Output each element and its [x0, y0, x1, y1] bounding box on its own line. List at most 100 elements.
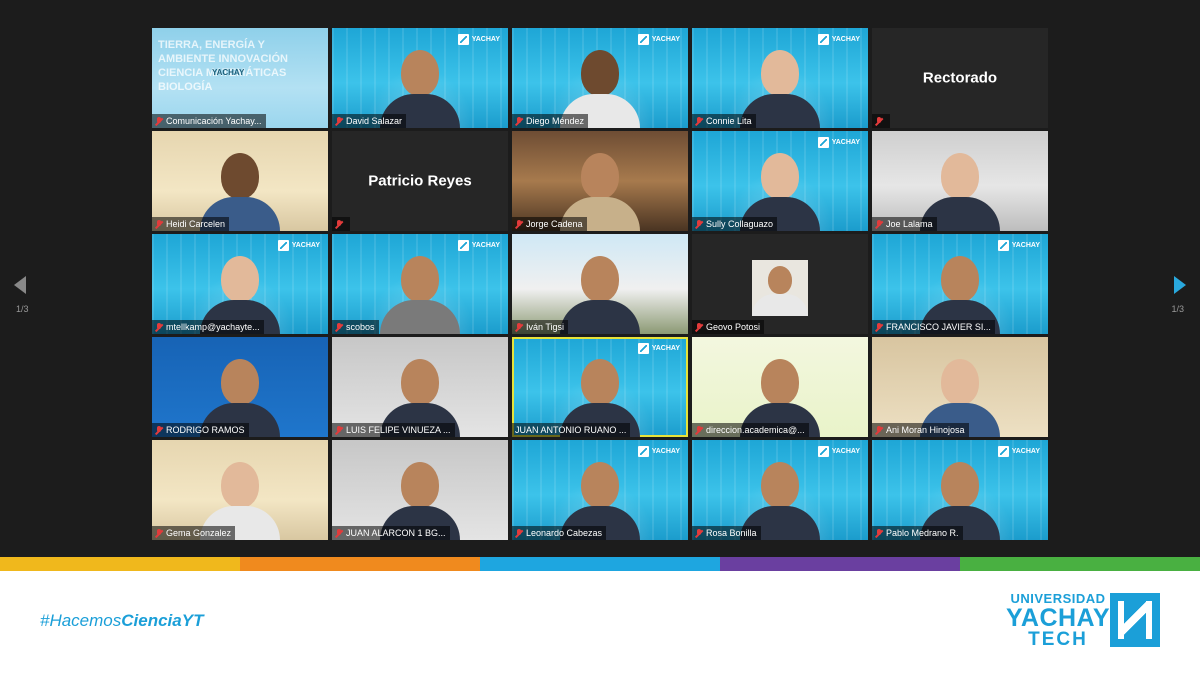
participant-name-tag [332, 217, 350, 231]
hashtag-bold: CienciaYT [121, 611, 204, 630]
participant-video [380, 248, 460, 334]
participant-name-tag: mtellkamp@yachayte... [152, 320, 264, 334]
participant-name-tag: Geovo Potosi [692, 320, 765, 334]
video-tile-active-speaker[interactable]: YACHAY JUAN ANTONIO RUANO ... [512, 337, 688, 437]
yachay-logo: YACHAY [457, 34, 500, 45]
yachay-logo: YACHAY [637, 34, 680, 45]
video-tile[interactable]: YACHAY mtellkamp@yachayte... [152, 234, 328, 334]
participant-name: Gema Gonzalez [166, 528, 232, 538]
color-bar-segment [720, 557, 960, 571]
video-tile[interactable]: Geovo Potosi [692, 234, 868, 334]
video-tile[interactable]: JUAN ALARCON 1 BG... [332, 440, 508, 540]
hashtag-prefix: #Hacemos [40, 611, 122, 630]
video-tile[interactable]: Heidi Carcelen [152, 131, 328, 231]
participant-name-tag: FRANCISCO JAVIER SI... [872, 320, 995, 334]
video-tile[interactable]: YACHAY Rosa Bonilla [692, 440, 868, 540]
participant-name: mtellkamp@yachayte... [166, 322, 260, 332]
cover-logo: YACHAY [212, 68, 245, 77]
yachay-logo: YACHAY [637, 446, 680, 457]
video-tile[interactable]: Gema Gonzalez [152, 440, 328, 540]
brand-line-3: TECH [1028, 629, 1088, 650]
muted-mic-icon [335, 528, 343, 538]
participant-name-tag [872, 114, 890, 128]
muted-mic-icon [875, 425, 883, 435]
participant-video [752, 260, 808, 316]
video-tile[interactable]: YACHAY Sully Collaguazo [692, 131, 868, 231]
hashtag: #HacemosCienciaYT [40, 611, 203, 631]
video-tile[interactable]: Ani Moran Hinojosa [872, 337, 1048, 437]
muted-mic-icon [695, 219, 703, 229]
participant-name-tag: Ani Moran Hinojosa [872, 423, 969, 437]
participant-name: Pablo Medrano R. [886, 528, 959, 538]
video-tile[interactable]: YACHAY Leonardo Cabezas [512, 440, 688, 540]
video-tile[interactable]: YACHAY FRANCISCO JAVIER SI... [872, 234, 1048, 334]
participant-name-tag: Rosa Bonilla [692, 526, 761, 540]
muted-mic-icon [515, 322, 523, 332]
participant-name: Comunicación Yachay... [166, 116, 262, 126]
muted-mic-icon [335, 219, 343, 229]
muted-mic-icon [335, 425, 343, 435]
yachay-logo: YACHAY [637, 343, 680, 354]
video-tile[interactable]: Jorge Cadena [512, 131, 688, 231]
muted-mic-icon [155, 219, 163, 229]
participant-name: David Salazar [346, 116, 403, 126]
video-tile[interactable]: YACHAY Diego Méndez [512, 28, 688, 128]
previous-page-arrow-icon[interactable] [14, 276, 26, 294]
participant-name-tag: David Salazar [332, 114, 407, 128]
muted-mic-icon [695, 116, 703, 126]
participant-name-tag: Joe Lalama [872, 217, 937, 231]
video-tile[interactable]: Patricio Reyes [332, 131, 508, 231]
video-tile[interactable]: TIERRA, ENERGÍA Y AMBIENTE INNOVACIÓN CI… [152, 28, 328, 128]
brand-line-2: YACHAY [1006, 604, 1110, 632]
participant-name: Heidi Carcelen [166, 219, 226, 229]
video-tile[interactable]: YACHAY scobos [332, 234, 508, 334]
yachay-logo: YACHAY [997, 240, 1040, 251]
video-tile[interactable]: Joe Lalama [872, 131, 1048, 231]
participant-name-tag: Connie Lita [692, 114, 756, 128]
muted-mic-icon [875, 322, 883, 332]
participant-name-tag: Gema Gonzalez [152, 526, 236, 540]
participant-name-tag: Heidi Carcelen [152, 217, 230, 231]
video-tile[interactable]: LUIS FELIPE VINUEZA ... [332, 337, 508, 437]
video-tile[interactable]: YACHAY David Salazar [332, 28, 508, 128]
participant-display-name: Rectorado [922, 69, 998, 87]
next-page-arrow-icon[interactable] [1174, 276, 1186, 294]
yachay-logo: YACHAY [997, 446, 1040, 457]
color-bar-segment [960, 557, 1200, 571]
video-tile[interactable]: direccion.academica@... [692, 337, 868, 437]
muted-mic-icon [695, 425, 703, 435]
muted-mic-icon [515, 528, 523, 538]
muted-mic-icon [875, 528, 883, 538]
participant-name: Iván Tigsi [526, 322, 565, 332]
participant-name: Sully Collaguazo [706, 219, 774, 229]
page-indicator-left: 1/3 [16, 304, 29, 314]
video-tile[interactable]: Rectorado [872, 28, 1048, 128]
participant-name: Jorge Cadena [526, 219, 583, 229]
yachay-logo: YACHAY [457, 240, 500, 251]
participant-name: FRANCISCO JAVIER SI... [886, 322, 991, 332]
color-bar-segment [480, 557, 720, 571]
muted-mic-icon [515, 116, 523, 126]
muted-mic-icon [155, 116, 163, 126]
participant-name: RODRIGO RAMOS [166, 425, 245, 435]
participant-name: JUAN ANTONIO RUANO ... [515, 425, 627, 435]
participant-name: Diego Méndez [526, 116, 585, 126]
brand-color-bar [0, 557, 1200, 571]
video-tile[interactable]: YACHAY Connie Lita [692, 28, 868, 128]
participant-name-tag: Jorge Cadena [512, 217, 587, 231]
video-tile[interactable]: RODRIGO RAMOS [152, 337, 328, 437]
video-grid: TIERRA, ENERGÍA Y AMBIENTE INNOVACIÓN CI… [152, 28, 1048, 540]
muted-mic-icon [875, 219, 883, 229]
color-bar-segment [0, 557, 240, 571]
muted-mic-icon [155, 425, 163, 435]
participant-name-tag: Diego Méndez [512, 114, 589, 128]
participant-name-tag: Comunicación Yachay... [152, 114, 266, 128]
participant-name-tag: RODRIGO RAMOS [152, 423, 249, 437]
video-tile[interactable]: YACHAY Pablo Medrano R. [872, 440, 1048, 540]
video-tile[interactable]: Iván Tigsi [512, 234, 688, 334]
participant-name-tag: scobos [332, 320, 379, 334]
cover-text: TIERRA, ENERGÍA Y AMBIENTE INNOVACIÓN CI… [158, 39, 288, 93]
participant-name: JUAN ALARCON 1 BG... [346, 528, 446, 538]
yachay-logo: YACHAY [277, 240, 320, 251]
participant-name-tag: LUIS FELIPE VINUEZA ... [332, 423, 455, 437]
